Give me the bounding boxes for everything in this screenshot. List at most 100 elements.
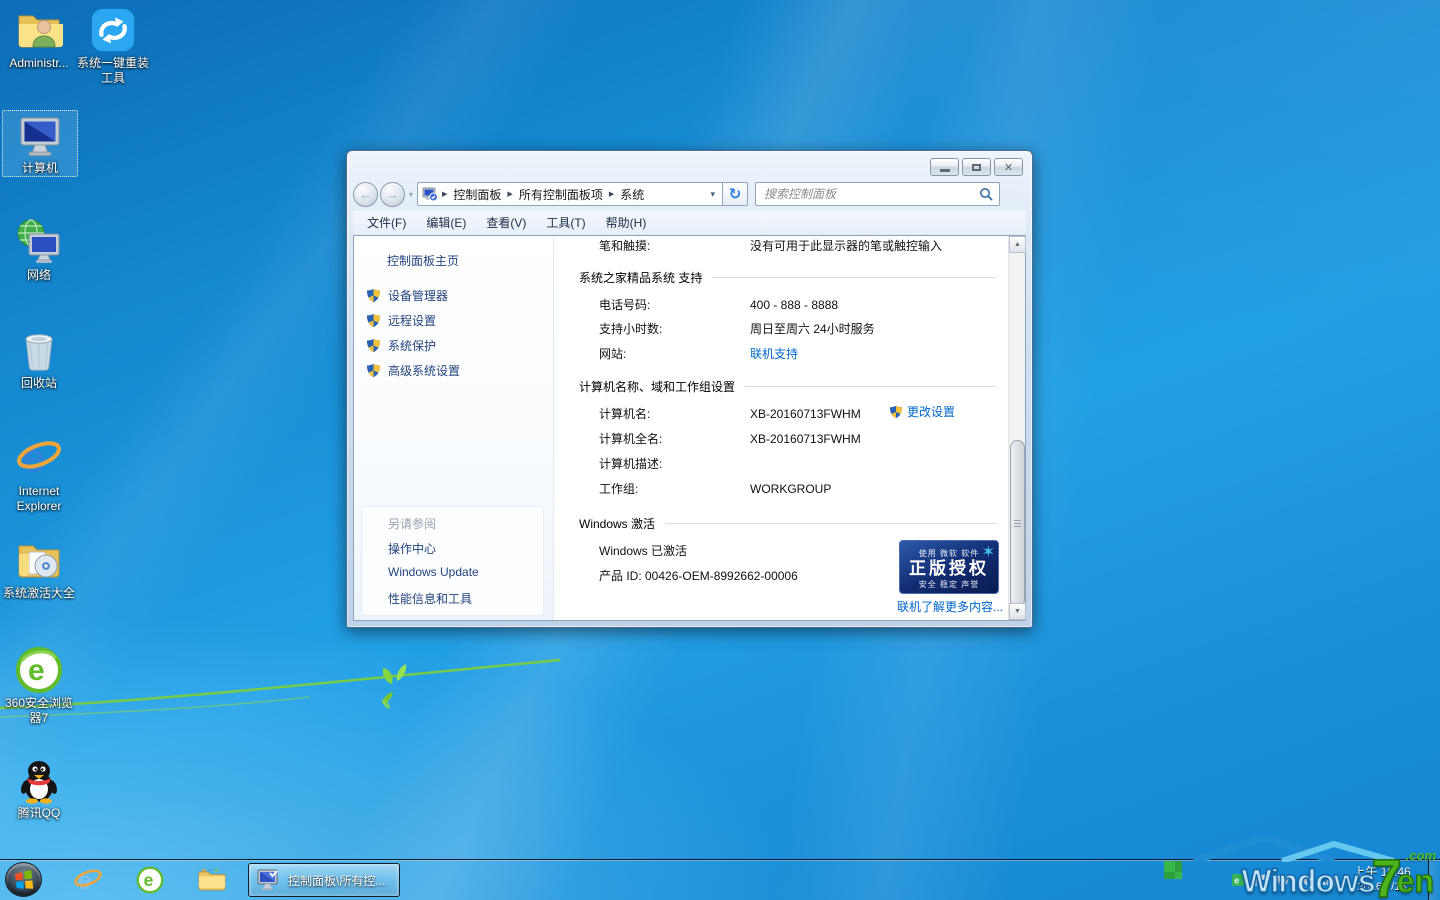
uac-shield-icon (366, 313, 381, 328)
forward-button[interactable]: → (380, 182, 405, 207)
desktop-icon-qq[interactable]: 腾讯QQ (2, 756, 76, 821)
taskbar-explorer-button[interactable] (186, 862, 238, 898)
start-button[interactable] (5, 862, 42, 897)
sidebar-item-label: 远程设置 (388, 312, 436, 329)
menu-help[interactable]: 帮助(H) (596, 211, 657, 234)
sidebar-item-label: 设备管理器 (388, 287, 448, 304)
sidebar-item-system-protection[interactable]: 系统保护 (366, 337, 436, 354)
change-settings-action[interactable]: 更改设置 (889, 403, 955, 420)
pen-touch-row: 笔和触摸:没有可用于此显示器的笔或触控输入 (599, 237, 942, 254)
svg-text:e: e (77, 865, 92, 895)
desktop-icon-internet-explorer[interactable]: e Internet Explorer (2, 434, 76, 514)
close-icon: ✕ (1004, 161, 1013, 174)
system-info-panel: 笔和触摸:没有可用于此显示器的笔或触控输入 系统之家精品系统 支持 电话号码:4… (554, 236, 1008, 620)
minimize-button[interactable] (930, 158, 959, 176)
network-icon[interactable] (1322, 874, 1336, 886)
taskbar-360-browser-button[interactable]: e (124, 862, 176, 898)
desktop-icon-activation-pack[interactable]: 系统激活大全 (2, 536, 76, 601)
badge-star-icon: ✶ (982, 542, 995, 562)
address-bar[interactable]: ▶ 控制面板 ▶ 所有控制面板项 ▶ 系统 ▾ (417, 182, 723, 206)
sidebar-item-advanced-system-settings[interactable]: 高级系统设置 (366, 362, 460, 379)
volume-icon[interactable] (1299, 874, 1313, 887)
learn-more-online-link[interactable]: 联机了解更多内容... (897, 600, 1003, 614)
field-value: XB-20160713FWHM (750, 432, 861, 446)
360-browser-icon: e (136, 866, 164, 894)
support-section-header: 系统之家精品系统 支持 (579, 269, 996, 286)
window-titlebar[interactable]: ✕ (347, 151, 1032, 177)
refresh-icon: ↻ (729, 185, 742, 203)
computer-icon (16, 111, 64, 159)
sidebar-item-device-manager[interactable]: 设备管理器 (366, 287, 448, 304)
desktop-icon-label: 系统一键重装工具 (76, 56, 150, 86)
close-button[interactable]: ✕ (994, 158, 1023, 176)
online-support-link[interactable]: 联机支持 (750, 347, 798, 361)
desktop-icon-computer[interactable]: 计算机 (2, 110, 78, 177)
svg-text:e: e (28, 654, 45, 687)
workgroup-row: 工作组:WORKGROUP (599, 480, 831, 497)
maximize-button[interactable] (962, 158, 991, 176)
search-icon[interactable] (979, 187, 993, 201)
refresh-button[interactable]: ↻ (723, 182, 748, 206)
website-row: 网站:联机支持 (599, 345, 798, 362)
back-button[interactable]: ← (353, 182, 378, 207)
desktop-icon-reinstall-tool[interactable]: 系统一键重装工具 (76, 6, 150, 86)
field-label: 支持小时数: (599, 320, 750, 337)
section-rule (665, 523, 996, 524)
scrollbar-thumb[interactable] (1010, 440, 1025, 607)
notification-area: e (1231, 860, 1336, 900)
breadcrumb-all-items[interactable]: 所有控制面板项 (517, 186, 605, 203)
breadcrumb-control-panel[interactable]: 控制面板 (451, 186, 503, 203)
taskbar-internet-explorer-button[interactable]: e (62, 862, 114, 898)
scroll-up-button[interactable]: ▲ (1009, 236, 1026, 253)
field-value: WORKGROUP (750, 482, 831, 496)
change-settings-link[interactable]: 更改设置 (907, 403, 955, 420)
breadcrumb-system[interactable]: 系统 (618, 186, 646, 203)
support-hours-row: 支持小时数:周日至周六 24小时服务 (599, 320, 875, 337)
show-desktop-button[interactable] (1428, 860, 1440, 900)
sidebar-item-performance-tools[interactable]: 性能信息和工具 (388, 590, 472, 607)
field-value: 周日至周六 24小时服务 (750, 322, 875, 336)
taskbar-clock[interactable]: 上午 10:46 2016/7/13 (1339, 864, 1425, 895)
menu-bar: 文件(F) 编辑(E) 查看(V) 工具(T) 帮助(H) (353, 211, 1026, 234)
control-panel-icon (422, 187, 438, 202)
desktop: Administr... 系统一键重装工具 计算机 (0, 0, 1440, 900)
folder-icon (197, 867, 227, 893)
menu-view[interactable]: 查看(V) (476, 211, 536, 234)
svg-text:e: e (144, 870, 154, 890)
internet-explorer-icon: e (73, 865, 103, 895)
sidebar-item-control-panel-home[interactable]: 控制面板主页 (387, 252, 459, 269)
see-also-header: 另请参阅 (388, 515, 436, 532)
folder-with-disc-icon (15, 536, 63, 584)
sidebar-item-label: 系统保护 (388, 337, 436, 354)
sidebar-item-action-center[interactable]: 操作中心 (388, 540, 436, 557)
desktop-icon-recycle-bin[interactable]: 回收站 (2, 326, 76, 391)
search-input[interactable] (762, 186, 979, 202)
scroll-down-button[interactable]: ▼ (1009, 603, 1026, 620)
history-dropdown-icon[interactable]: ▾ (409, 190, 413, 199)
vertical-scrollbar[interactable]: ▲ ▼ (1008, 236, 1025, 620)
field-value: 400 - 888 - 8888 (750, 298, 838, 312)
menu-file[interactable]: 文件(F) (357, 211, 416, 234)
field-label: 计算机描述: (599, 455, 750, 472)
sidebar-item-windows-update[interactable]: Windows Update (388, 565, 479, 579)
desktop-icon-360-browser[interactable]: e 360安全浏览器7 (2, 646, 76, 726)
menu-tools[interactable]: 工具(T) (536, 211, 595, 234)
sidebar-item-remote-settings[interactable]: 远程设置 (366, 312, 436, 329)
computer-description-row: 计算机描述: (599, 455, 750, 472)
security-shield-check-icon[interactable] (1276, 873, 1290, 888)
desktop-icon-network[interactable]: 网络 (2, 218, 76, 283)
taskbar-active-task-control-panel[interactable]: 控制面板\所有控... (248, 863, 400, 897)
desktop-icon-administrator[interactable]: Administr... (2, 6, 76, 71)
menu-edit[interactable]: 编辑(E) (416, 211, 476, 234)
see-also-panel: 另请参阅 操作中心 Windows Update 性能信息和工具 (361, 506, 544, 616)
360-tray-icon[interactable]: e (1231, 873, 1245, 887)
system-control-panel-window: ✕ ← → ▾ ▶ 控制面板 ▶ 所有控制 (346, 150, 1033, 628)
360-browser-icon: e (15, 646, 63, 694)
qq-penguin-icon (15, 756, 63, 804)
address-dropdown-icon[interactable]: ▾ (707, 189, 718, 200)
action-center-flag-icon[interactable] (1254, 873, 1267, 887)
taskbar: e e (0, 859, 1440, 900)
field-label: 计算机名: (599, 405, 750, 422)
desktop-icon-label: Administr... (9, 56, 68, 71)
activation-status: Windows 已激活 (599, 542, 687, 559)
